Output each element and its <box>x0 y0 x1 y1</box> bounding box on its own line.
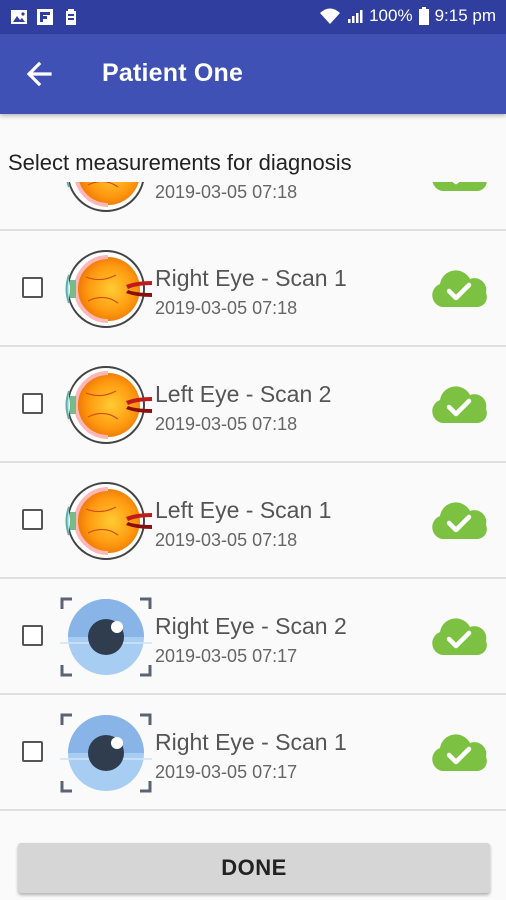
select-checkbox[interactable] <box>22 625 43 646</box>
measurement-list[interactable]: Right Eye - Scan 22019-03-05 07:18 Right… <box>0 182 506 840</box>
list-item[interactable]: Right Eye - Scan 2 2019-03-05 07:17 <box>0 579 506 695</box>
status-bar: 100% 9:15 pm <box>0 0 506 34</box>
scan-timestamp: 2019-03-05 07:18 <box>155 530 298 550</box>
app-bar: Patient One <box>0 34 506 114</box>
retina-eye-icon <box>65 482 152 560</box>
scan-timestamp: 2019-03-05 07:18 <box>155 414 298 434</box>
scan-timestamp: 2019-03-05 07:17 <box>155 762 298 782</box>
scan-timestamp: 2019-03-05 07:17 <box>155 646 298 666</box>
cloud-sync-icon <box>432 734 487 771</box>
cloud-sync-icon <box>432 502 487 539</box>
retina-eye-icon <box>66 182 144 212</box>
flipboard-icon <box>37 9 53 25</box>
signal-icon <box>348 10 363 23</box>
instruction-text: Select measurements for diagnosis <box>8 150 352 175</box>
scan-title: Left Eye - Scan 1 <box>155 497 332 523</box>
list-item[interactable]: Right Eye - Scan 22019-03-05 07:18 <box>0 182 506 231</box>
cloud-sync-icon <box>432 182 487 191</box>
select-checkbox[interactable] <box>22 509 43 530</box>
select-checkbox[interactable] <box>22 277 43 298</box>
arrow-left-icon[interactable] <box>22 56 58 92</box>
scan-timestamp: 2019-03-05 07:18 <box>155 182 298 202</box>
iris-scan-icon <box>60 597 152 677</box>
retina-eye-icon <box>65 366 152 444</box>
notification-icons <box>10 8 80 26</box>
cloud-sync-icon <box>432 270 487 307</box>
scan-timestamp: 2019-03-05 07:18 <box>155 298 298 318</box>
battery-small-icon <box>66 9 76 25</box>
scan-title: Left Eye - Scan 2 <box>155 381 332 407</box>
done-button[interactable]: DONE <box>18 843 490 893</box>
battery-icon <box>418 7 429 25</box>
list-item[interactable]: Right Eye - Scan 1 2019-03-05 07:17 <box>0 695 506 811</box>
scan-title: Right Eye - Scan 1 <box>155 265 347 291</box>
cloud-sync-icon <box>432 618 487 655</box>
list-item[interactable]: Right Eye - Scan 1 2019-03-05 07:18 <box>0 231 506 347</box>
system-status: 100% 9:15 pm <box>319 6 496 26</box>
cloud-sync-icon <box>432 386 487 423</box>
image-icon <box>11 10 27 24</box>
wifi-icon <box>320 8 341 24</box>
page-title: Patient One <box>102 59 244 87</box>
select-checkbox[interactable] <box>22 741 43 762</box>
list-item[interactable]: Left Eye - Scan 2 2019-03-05 07:18 <box>0 347 506 463</box>
clock: 9:15 pm <box>434 6 496 25</box>
select-checkbox[interactable] <box>22 393 43 414</box>
scan-title: Right Eye - Scan 2 <box>155 613 347 639</box>
list-item[interactable]: Left Eye - Scan 1 2019-03-05 07:18 <box>0 463 506 579</box>
retina-eye-icon <box>65 250 152 328</box>
scan-title: Right Eye - Scan 1 <box>155 729 347 755</box>
battery-percent: 100% <box>369 6 413 25</box>
iris-scan-icon <box>60 713 152 793</box>
